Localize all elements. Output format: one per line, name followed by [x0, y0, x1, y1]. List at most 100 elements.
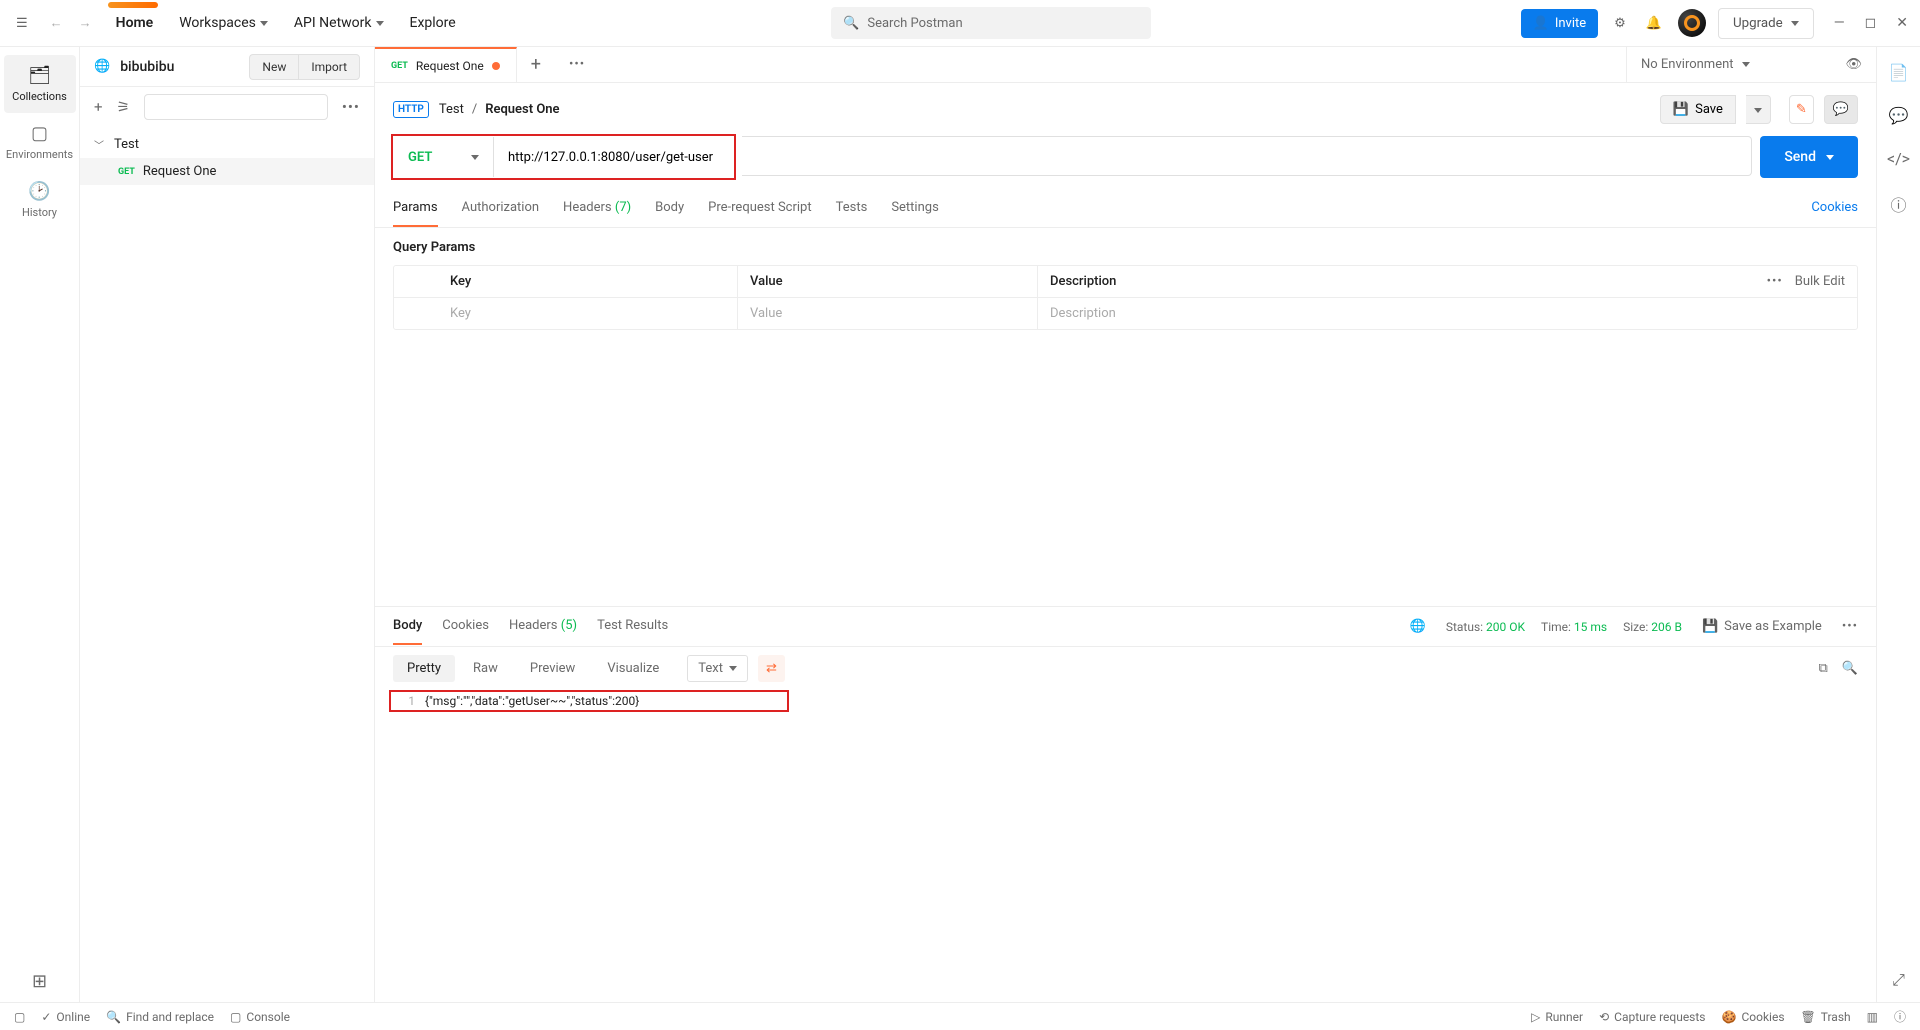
workspace-name[interactable]: bibubibu	[120, 59, 239, 75]
search-icon[interactable]: 🔍	[1842, 661, 1858, 676]
method-selector[interactable]: GET	[394, 137, 494, 177]
view-pretty[interactable]: Pretty	[393, 655, 455, 682]
invite-button[interactable]: 👤Invite	[1521, 9, 1599, 38]
nav-explore[interactable]: Explore	[404, 7, 462, 39]
resp-tab-body[interactable]: Body	[393, 608, 422, 645]
rail-collections[interactable]: 🗂Collections	[4, 55, 76, 113]
globe-icon[interactable]: 🌐	[1410, 619, 1426, 634]
filter-icon[interactable]: ⚞	[117, 98, 130, 116]
cookies-link[interactable]: Cookies	[1811, 190, 1858, 227]
params-row-checkbox[interactable]	[394, 298, 438, 329]
avatar[interactable]	[1678, 9, 1706, 37]
footer-capture[interactable]: ⟲Capture requests	[1599, 1010, 1705, 1024]
resp-tab-headers[interactable]: Headers (5)	[509, 608, 577, 645]
tree-collection[interactable]: ﹀ Test	[80, 131, 374, 158]
expand-icon[interactable]: ⤢	[1892, 970, 1905, 990]
footer-cookies[interactable]: 🍪Cookies	[1722, 1010, 1785, 1024]
tab-request-one[interactable]: GET Request One	[375, 47, 517, 82]
rail-history[interactable]: 🕑History	[4, 171, 76, 229]
footer-trash[interactable]: 🗑Trash	[1801, 1010, 1851, 1024]
footer-sidebar-toggle[interactable]: ▢	[14, 1010, 25, 1024]
params-empty-row[interactable]: Key Value Description	[394, 298, 1857, 329]
save-as-example[interactable]: 💾Save as Example	[1702, 619, 1822, 634]
url-bar-rest[interactable]	[742, 136, 1752, 176]
maximize-icon[interactable]: ◻	[1865, 15, 1877, 31]
env-label: No Environment	[1641, 57, 1734, 72]
response-content[interactable]: {"msg":"","data":"getUser~~","status":20…	[425, 694, 783, 708]
send-button[interactable]: Send	[1760, 136, 1858, 178]
wrap-lines-icon[interactable]: ⇄	[758, 655, 785, 682]
footer-find[interactable]: 🔍Find and replace	[106, 1010, 214, 1024]
format-selector[interactable]: Text	[687, 655, 748, 682]
comment-icon[interactable]: 💬	[1824, 95, 1858, 124]
import-button[interactable]: Import	[298, 54, 360, 80]
save-button[interactable]: 💾Save	[1660, 95, 1736, 124]
url-input[interactable]	[494, 137, 733, 177]
tab-add-button[interactable]: +	[517, 47, 555, 82]
close-icon[interactable]: ✕	[1896, 15, 1908, 31]
info-icon[interactable]: ⓘ	[1890, 192, 1906, 216]
notifications-icon[interactable]: 🔔	[1642, 12, 1666, 35]
env-selector[interactable]: No Environment	[1641, 57, 1835, 72]
tab-more-button[interactable]: •••	[555, 47, 599, 82]
documentation-icon[interactable]: 📄	[1889, 63, 1909, 82]
code-icon[interactable]: </>	[1887, 149, 1910, 168]
chevron-down-icon	[260, 21, 268, 26]
tab-body[interactable]: Body	[655, 190, 684, 227]
response-status: Status: 200 OK Time: 15 ms Size: 206 B	[1446, 620, 1682, 634]
settings-icon[interactable]: ⚙	[1610, 12, 1630, 35]
tab-headers[interactable]: Headers (7)	[563, 190, 631, 227]
comments-icon[interactable]: 💬	[1889, 106, 1909, 125]
view-preview[interactable]: Preview	[516, 655, 589, 682]
sidebar-search[interactable]	[144, 94, 328, 120]
copy-icon[interactable]: ⧉	[1819, 661, 1828, 676]
params-row-desc[interactable]: Description	[1038, 298, 1737, 329]
share-icon[interactable]: ✎	[1789, 95, 1814, 124]
footer-help-icon[interactable]: ⓘ	[1894, 1008, 1906, 1025]
response-body[interactable]: 1 {"msg":"","data":"getUser~~","status":…	[391, 692, 787, 710]
env-quicklook-icon[interactable]: 👁	[1845, 57, 1862, 72]
resp-tab-testresults[interactable]: Test Results	[597, 608, 668, 645]
menu-icon[interactable]: ☰	[12, 12, 32, 35]
view-raw[interactable]: Raw	[459, 655, 512, 682]
tab-params[interactable]: Params	[393, 190, 438, 227]
footer-layout-icon[interactable]: ▥	[1867, 1010, 1878, 1024]
more-icon[interactable]: •••	[342, 98, 360, 116]
footer-online[interactable]: ✓Online	[41, 1010, 90, 1024]
params-table: Key Value Description ••• Bulk Edit Key V…	[393, 265, 1858, 330]
nav-api-network[interactable]: API Network	[288, 7, 390, 39]
params-row-key[interactable]: Key	[438, 298, 738, 329]
rail-environments[interactable]: ▢Environments	[4, 113, 76, 171]
search-input[interactable]: 🔍 Search Postman	[831, 7, 1151, 39]
resp-tab-cookies[interactable]: Cookies	[442, 608, 489, 645]
tab-authorization[interactable]: Authorization	[462, 190, 540, 227]
view-visualize[interactable]: Visualize	[593, 655, 673, 682]
footer-console[interactable]: ▢Console	[230, 1010, 290, 1024]
tab-prerequest[interactable]: Pre-request Script	[708, 190, 811, 227]
status-value: 200 OK	[1486, 620, 1525, 634]
rail-apps[interactable]: ⊞	[4, 961, 76, 1002]
sidebar-toolbar: + ⚞ •••	[80, 87, 374, 127]
footer-runner[interactable]: ▷Runner	[1531, 1010, 1583, 1024]
more-icon[interactable]: •••	[1842, 619, 1858, 634]
minimize-icon[interactable]: —	[1834, 15, 1845, 31]
new-button[interactable]: New	[249, 54, 298, 80]
tab-tests[interactable]: Tests	[836, 190, 868, 227]
nav-home[interactable]: Home	[110, 7, 160, 39]
upgrade-button[interactable]: Upgrade	[1718, 8, 1814, 39]
save-options-button[interactable]	[1746, 95, 1771, 124]
sync-icon: ✓	[41, 1010, 51, 1024]
nav-forward-icon[interactable]: →	[75, 11, 96, 35]
tab-settings[interactable]: Settings	[891, 190, 938, 227]
add-icon[interactable]: +	[94, 98, 103, 116]
tree-request[interactable]: GET Request One	[80, 158, 374, 185]
params-header-row: Key Value Description •••Bulk Edit	[394, 266, 1857, 298]
breadcrumb-collection[interactable]: Test	[439, 102, 464, 117]
params-row-value[interactable]: Value	[738, 298, 1038, 329]
more-icon[interactable]: •••	[1767, 274, 1783, 289]
nav-back-icon[interactable]: ←	[46, 11, 67, 35]
bulk-edit-link[interactable]: Bulk Edit	[1795, 274, 1845, 289]
breadcrumb-request[interactable]: Request One	[485, 102, 559, 117]
unsaved-dot-icon	[492, 62, 500, 70]
nav-workspaces[interactable]: Workspaces	[173, 7, 274, 39]
